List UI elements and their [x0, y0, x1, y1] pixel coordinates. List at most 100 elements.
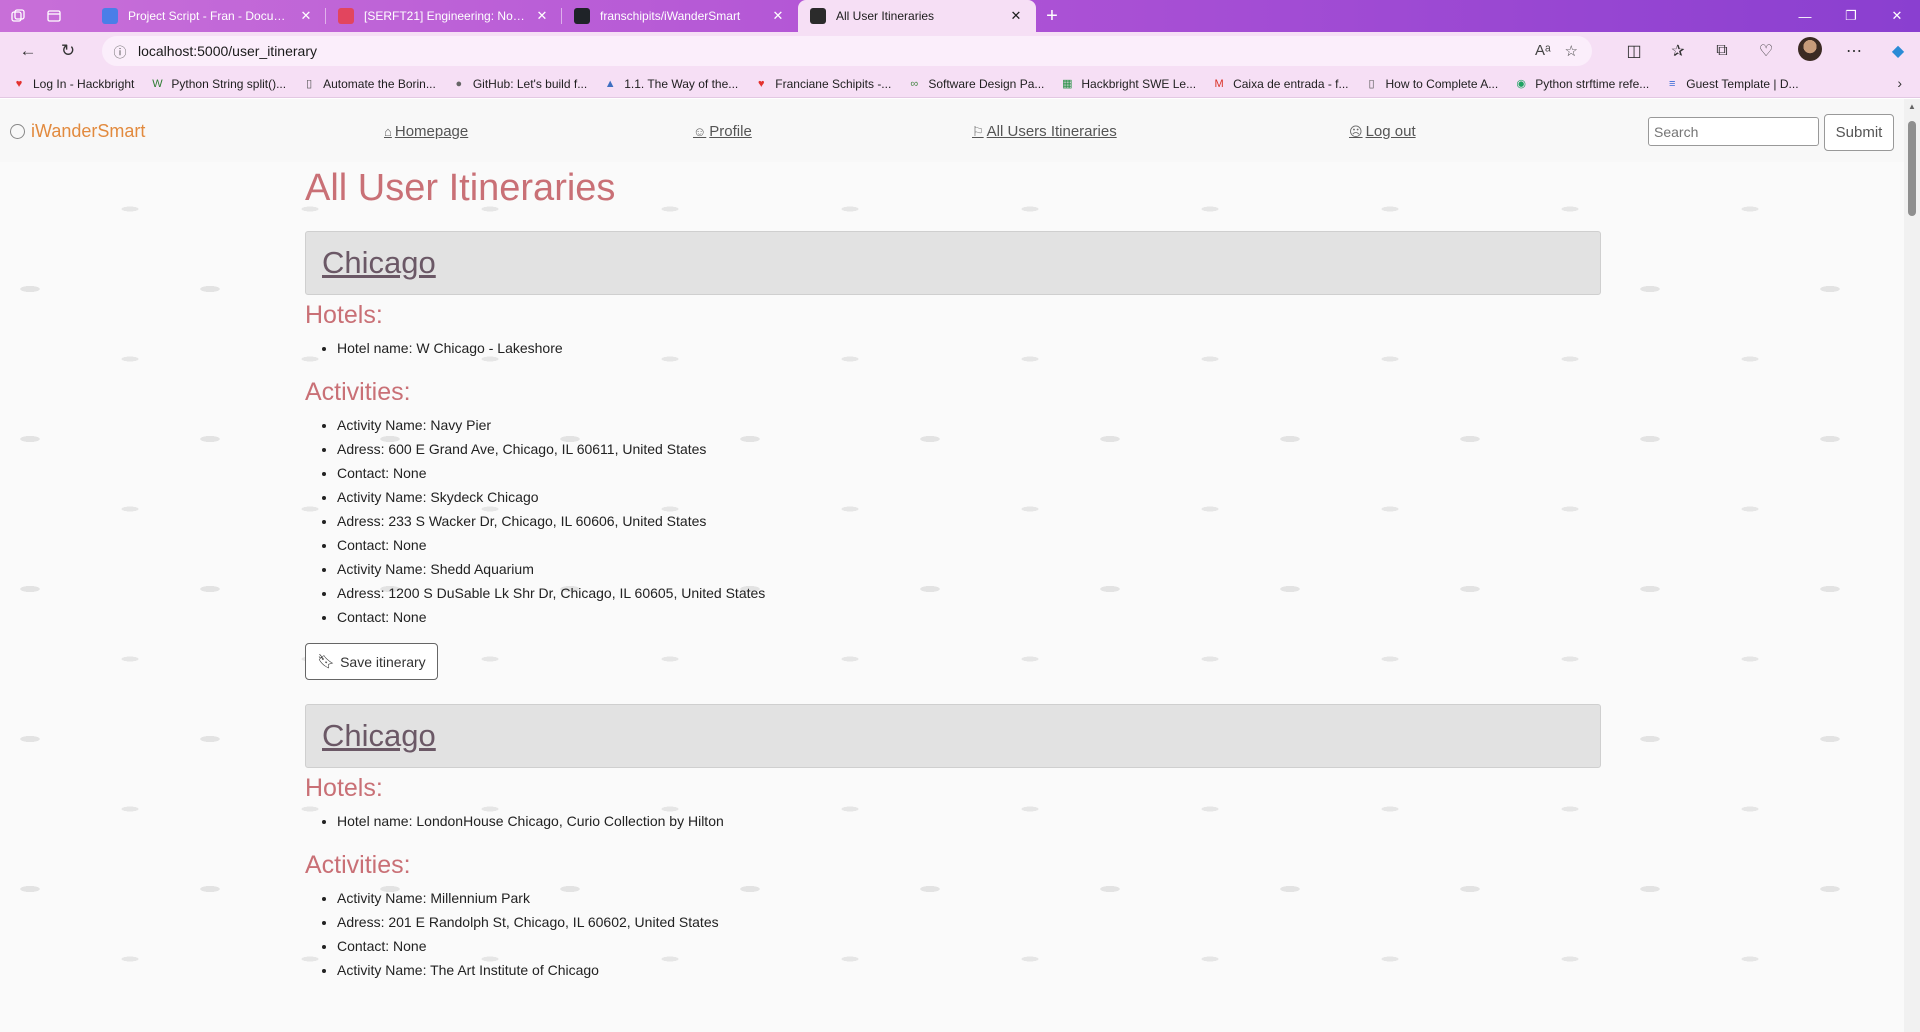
new-tab-button[interactable]: + [1036, 0, 1068, 32]
bookmark-item[interactable]: ♥ Log In - Hackbright [12, 76, 135, 91]
bookmark-item[interactable]: M Caixa de entrada - f... [1212, 76, 1349, 91]
bookmark-label: GitHub: Let's build f... [472, 76, 588, 91]
itinerary-card: Chicago Hotels: Hotel name: LondonHouse Ch… [305, 704, 1601, 982]
bookmark-item[interactable]: ▯ How to Complete A... [1365, 77, 1498, 91]
activity-item: Contact: None [337, 461, 1601, 485]
bookmark-item[interactable]: ♥ Franciane Schipits -... [754, 77, 891, 91]
bookmark-item[interactable]: ◉ Python strftime refe... [1514, 77, 1649, 91]
tab-actions-icon[interactable] [36, 0, 72, 32]
city-link[interactable]: Chicago [322, 718, 436, 754]
activity-item: Activity Name: Navy Pier [337, 413, 1601, 437]
nav-logout-label: Log out [1365, 123, 1416, 140]
nav-profile-label: Profile [709, 123, 752, 140]
browser-tab[interactable]: All User Itineraries ✕ [798, 0, 1036, 32]
scroll-up-icon[interactable]: ▲ [1904, 99, 1920, 115]
tab-title: Project Script - Fran - Documents [128, 9, 292, 23]
close-tab-icon[interactable]: ✕ [298, 8, 314, 24]
activity-item: Contact: None [337, 934, 1601, 958]
github-icon: ● [455, 77, 463, 90]
url-text[interactable]: localhost:5000/user_itinerary [138, 43, 1535, 59]
hotel-list: Hotel name: LondonHouse Chicago, Curio C… [337, 809, 1601, 833]
nav-homepage[interactable]: ⌂ Homepage [384, 123, 468, 140]
scroll-thumb[interactable] [1908, 121, 1916, 216]
activity-item: Adress: 233 S Wacker Dr, Chicago, IL 606… [337, 509, 1601, 533]
window-controls: — ❐ ✕ [1782, 0, 1920, 32]
page-icon: ▯ [1368, 78, 1375, 90]
reload-icon[interactable]: ↻ [48, 32, 88, 70]
bookmark-item[interactable]: ▲ 1.1. The Way of the... [603, 77, 739, 91]
page-title: All User Itineraries [305, 167, 616, 209]
tab-favicon-icon [338, 8, 354, 24]
bookmark-item[interactable]: ▯ Automate the Borin... [302, 77, 436, 91]
activity-item: Activity Name: Skydeck Chicago [337, 485, 1601, 509]
bookmark-item[interactable]: ▦ Hackbright SWE Le... [1060, 77, 1196, 91]
address-bar[interactable]: ⓘ localhost:5000/user_itinerary A͏ᵃ ☆ [102, 36, 1592, 66]
close-tab-icon[interactable]: ✕ [534, 8, 550, 24]
hotel-item: Hotel name: W Chicago - Lakeshore [337, 336, 1601, 360]
bookmark-label: Python strftime refe... [1535, 76, 1650, 91]
more-menu-icon[interactable]: ⋯ [1832, 41, 1876, 61]
w-logo-icon: W [152, 77, 163, 90]
chevron-right-icon[interactable]: › [1897, 75, 1902, 91]
home-icon: ⌂ [384, 124, 392, 139]
bookmark-item[interactable]: ≡ Guest Template | D... [1665, 76, 1799, 91]
activities-heading: Activities: [305, 851, 411, 879]
bookmark-item[interactable]: ∞ Software Design Pa... [907, 77, 1044, 91]
heart-icon: ♥ [15, 77, 23, 90]
read-aloud-icon[interactable]: A͏ᵃ [1535, 42, 1551, 60]
city-link[interactable]: Chicago [322, 245, 436, 281]
collections-icon[interactable]: ⧉ [1700, 42, 1744, 60]
bookmark-label: Software Design Pa... [928, 76, 1045, 91]
bookmarks-bar: ♥ Log In - Hackbright W Python String split… [0, 70, 1920, 98]
restore-icon[interactable]: ❐ [1828, 0, 1874, 32]
nav-all-itineraries-label: All Users Itineraries [986, 123, 1117, 140]
bookmark-label: Caixa de entrada - f... [1233, 76, 1349, 91]
tab-title: [SERFT21] Engineering: Nov '23 / ... [364, 9, 528, 23]
browser-tab[interactable]: [SERFT21] Engineering: Nov '23 / ... ✕ [326, 0, 562, 32]
save-itinerary-button[interactable]: 🔖︎ Save itinerary [305, 643, 438, 680]
browser-tab[interactable]: franschipits/iWanderSmart ✕ [562, 0, 798, 32]
search-input[interactable] [1648, 117, 1819, 146]
tab-title: franschipits/iWanderSmart [600, 9, 741, 23]
favorite-star-icon[interactable]: ☆ [1565, 42, 1578, 60]
nav-logout[interactable]: ☹ Log out [1349, 123, 1416, 140]
save-itinerary-label: Save itinerary [340, 653, 426, 670]
tab-favicon-icon [574, 8, 590, 24]
site-info-icon[interactable]: ⓘ [102, 42, 138, 61]
triangle-icon: ▲ [604, 77, 616, 90]
activity-item: Adress: 600 E Grand Ave, Chicago, IL 606… [337, 437, 1601, 461]
bookmark-label: Guest Template | D... [1686, 76, 1799, 91]
page-scrollbar[interactable]: ▲ [1904, 99, 1920, 1032]
workspaces-icon[interactable] [0, 0, 36, 32]
performance-icon[interactable]: ♡ [1744, 41, 1788, 61]
bookmark-label: Log In - Hackbright [33, 76, 135, 91]
toolbar-actions: ◫ ✰ ⧉ ♡ ⋯ ◆ [1612, 32, 1920, 70]
close-window-icon[interactable]: ✕ [1874, 0, 1920, 32]
split-screen-icon[interactable]: ◫ [1612, 41, 1656, 61]
brand-link[interactable]: iWanderSmart [10, 121, 145, 142]
bookmark-item[interactable]: W Python String split()... [150, 77, 286, 91]
profile-avatar[interactable] [1788, 36, 1832, 66]
nav-all-itineraries[interactable]: ⚐ All Users Itineraries [972, 123, 1117, 140]
browser-tab[interactable]: Project Script - Fran - Documents ✕ [90, 0, 326, 32]
nav-profile[interactable]: ☺ Profile [693, 123, 752, 140]
sheet-icon: ▦ [1062, 78, 1073, 90]
minimize-icon[interactable]: — [1782, 0, 1828, 32]
hotels-heading: Hotels: [305, 774, 383, 802]
tab-title: All User Itineraries [836, 9, 935, 23]
back-icon[interactable]: ← [8, 32, 48, 70]
submit-button[interactable]: Submit [1824, 114, 1894, 151]
bookmark-list: ♥ Log In - Hackbright W Python String split… [12, 77, 1815, 91]
itinerary-card: Chicago Hotels: Hotel name: W Chicago - La… [305, 231, 1601, 680]
activity-item: Adress: 1200 S DuSable Lk Shr Dr, Chicag… [337, 581, 1601, 605]
hotel-list: Hotel name: W Chicago - Lakeshore [337, 336, 1601, 360]
site-navbar: iWanderSmart ⌂ Homepage ☺ Profile ⚐ All … [0, 99, 1904, 162]
copilot-icon[interactable]: ◆ [1876, 41, 1920, 61]
hotels-heading: Hotels: [305, 301, 383, 329]
favorites-icon[interactable]: ✰ [1656, 41, 1700, 61]
close-tab-icon[interactable]: ✕ [1008, 8, 1024, 24]
activity-item: Contact: None [337, 605, 1601, 629]
bookmark-item[interactable]: ● GitHub: Let's build f... [452, 76, 588, 91]
close-tab-icon[interactable]: ✕ [770, 8, 786, 24]
page-viewport: iWanderSmart ⌂ Homepage ☺ Profile ⚐ All … [0, 99, 1920, 1032]
